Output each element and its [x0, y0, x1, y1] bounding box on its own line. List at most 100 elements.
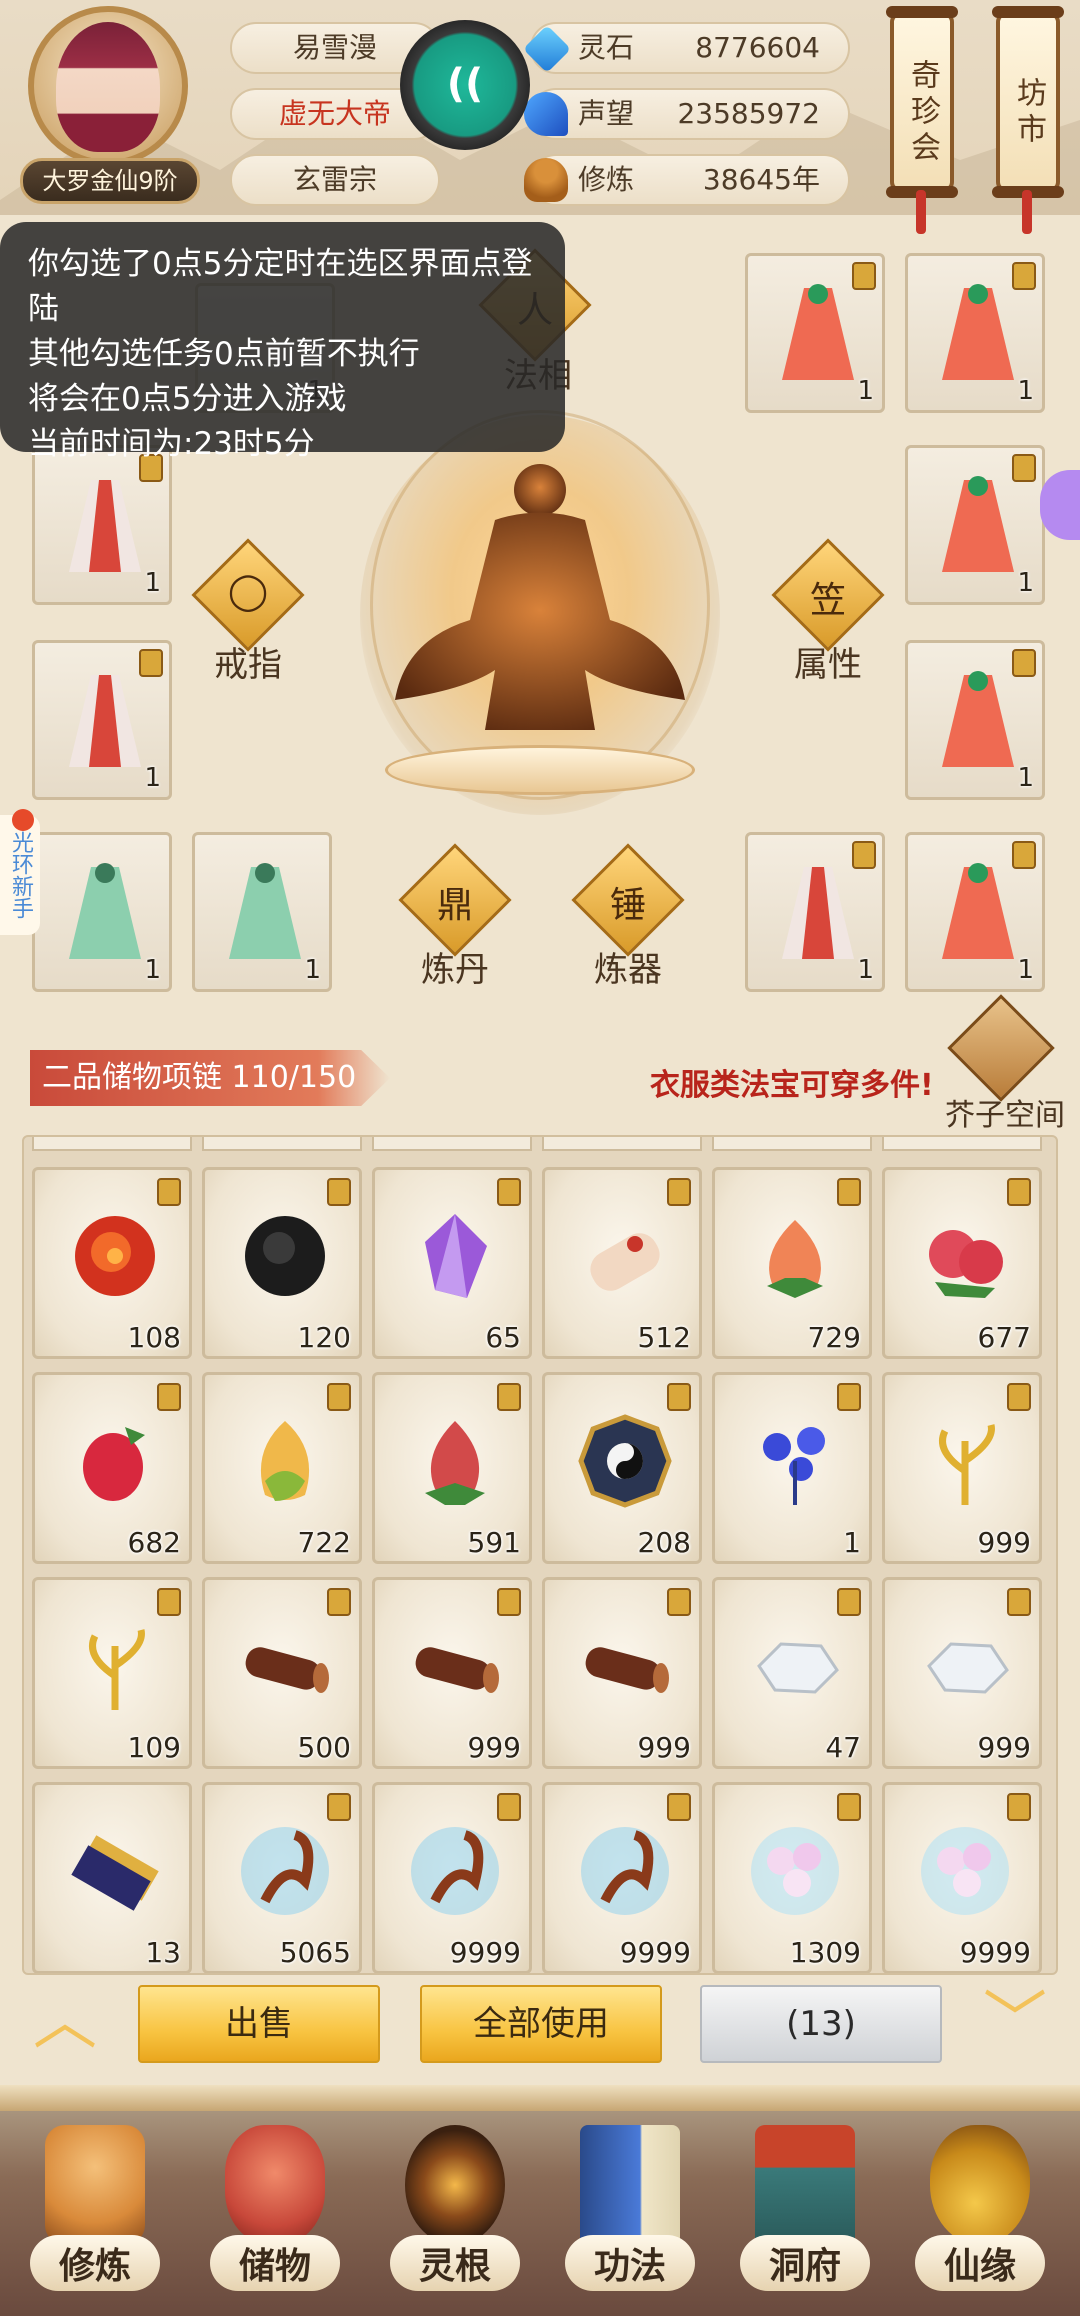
item-quantity: 999	[637, 1731, 691, 1764]
item-quantity: 9999	[619, 1936, 691, 1969]
inventory-item[interactable]: 47	[712, 1577, 872, 1769]
chest-icon	[947, 994, 1055, 1102]
player-avatar[interactable]	[28, 6, 188, 166]
market-button[interactable]: 坊市	[992, 6, 1064, 198]
equipment-slot[interactable]: 1	[905, 253, 1045, 413]
inventory-item[interactable]: 500	[202, 1577, 362, 1769]
equipment-slot[interactable]: 1	[905, 832, 1045, 992]
lock-icon	[327, 1383, 351, 1411]
lock-icon	[837, 1178, 861, 1206]
inventory-item[interactable]: 9999	[882, 1782, 1042, 1973]
lock-icon	[157, 1383, 181, 1411]
straw-hat-icon: 笠	[809, 580, 846, 621]
inventory-item[interactable]: 108	[32, 1167, 192, 1359]
nav-label: 修炼	[58, 2246, 131, 2287]
purple-crystal-icon	[425, 1214, 487, 1298]
nav-immortal-fate[interactable]: 仙缘	[905, 2125, 1055, 2315]
notice-line: 你勾选了0点5分定时在选区界面点登陆	[28, 246, 533, 327]
lock-icon	[837, 1793, 861, 1821]
berries-icon	[929, 1230, 1003, 1298]
lock-icon	[1012, 841, 1036, 869]
green-robe-icon	[69, 863, 141, 959]
scorpion-icon	[411, 1827, 499, 1915]
inventory-item[interactable]: 999	[882, 1577, 1042, 1769]
inventory-item[interactable]: 1309	[712, 1782, 872, 1973]
equipment-slot[interactable]: 1	[192, 832, 332, 992]
item-quantity: 512	[637, 1321, 691, 1354]
side-halo-tab[interactable]: 光环新手	[0, 809, 40, 935]
golden-herb-icon	[939, 1424, 995, 1505]
inventory-item[interactable]: 13	[32, 1782, 192, 1973]
notice-line: 将会在0点5分进入游戏	[28, 381, 347, 417]
equipment-slot[interactable]: 1	[745, 832, 885, 992]
lock-icon	[497, 1178, 521, 1206]
inventory-item[interactable]: 512	[542, 1167, 702, 1359]
lock-icon	[327, 1588, 351, 1616]
selected-count-button[interactable]: (13)	[700, 1985, 942, 2063]
white-red-robe-icon	[69, 480, 141, 572]
page-up-arrow-icon[interactable]: ︿	[20, 1987, 110, 2057]
equipment-slot[interactable]: 1	[32, 445, 172, 605]
lily-icon	[921, 1827, 1009, 1915]
mustard-space-button[interactable]: 芥子空间	[945, 994, 1065, 1133]
inventory-item[interactable]: 999	[372, 1577, 532, 1769]
white-red-robe-icon	[69, 675, 141, 767]
nav-cave-house[interactable]: 洞府	[730, 2125, 880, 2315]
equipment-slot[interactable]: 1	[745, 253, 885, 413]
nav-cultivate[interactable]: 修炼	[20, 2125, 170, 2315]
notification-dot	[12, 809, 34, 831]
treasure-fair-button[interactable]: 奇珍会	[886, 6, 958, 198]
sell-button[interactable]: 出售	[138, 1985, 380, 2063]
inventory-item[interactable]: 208	[542, 1372, 702, 1564]
nav-storage[interactable]: 储物	[200, 2125, 350, 2315]
nav-spirit-root[interactable]: 灵根	[380, 2125, 530, 2315]
inventory-item[interactable]: 5065	[202, 1782, 362, 1973]
inventory-item[interactable]: 591	[372, 1372, 532, 1564]
use-all-button[interactable]: 全部使用	[420, 1985, 662, 2063]
alchemy-button[interactable]: 鼎	[398, 843, 512, 957]
bottom-navigation: 修炼 储物 灵根 功法 洞府 仙缘	[0, 2085, 1080, 2316]
inventory-item[interactable]: 65	[372, 1167, 532, 1359]
item-quantity: 999	[977, 1731, 1031, 1764]
inventory-item[interactable]: 1	[712, 1372, 872, 1564]
inventory-item[interactable]: 677	[882, 1167, 1042, 1359]
item-quantity: 591	[467, 1526, 521, 1559]
red-bulb-icon	[425, 1421, 485, 1505]
nav-skills[interactable]: 功法	[555, 2125, 705, 2315]
equipment-slot[interactable]: 1	[32, 832, 172, 992]
previous-row-peek	[24, 1137, 1056, 1155]
inventory-item[interactable]: 109	[32, 1577, 192, 1769]
inventory-item[interactable]: 999	[542, 1577, 702, 1769]
item-quantity: 729	[807, 1321, 861, 1354]
inventory-item[interactable]: 9999	[372, 1782, 532, 1973]
forging-button[interactable]: 锤	[571, 843, 685, 957]
cultivation-pill: 修炼 38645年	[524, 154, 850, 206]
inventory-item[interactable]: 729	[712, 1167, 872, 1359]
equipment-slot[interactable]: 1	[905, 445, 1045, 605]
white-red-robe-icon	[782, 867, 854, 959]
side-bubble-button[interactable]	[1040, 470, 1080, 540]
item-quantity: 9999	[449, 1936, 521, 1969]
item-quantity: 9999	[959, 1936, 1031, 1969]
equipment-slot[interactable]: 1	[32, 640, 172, 800]
inventory-item[interactable]: 682	[32, 1372, 192, 1564]
page-down-arrow-icon[interactable]: ﹀	[970, 1987, 1060, 2057]
inventory-item[interactable]: 9999	[542, 1782, 702, 1973]
item-quantity: 677	[977, 1321, 1031, 1354]
lock-icon	[157, 1588, 181, 1616]
blue-flower-icon	[763, 1427, 825, 1505]
nav-label: 灵根	[418, 2246, 491, 2287]
scroll-icon	[590, 1233, 660, 1291]
inventory-item[interactable]: 999	[882, 1372, 1042, 1564]
alchemy-label: 炼丹	[421, 950, 489, 990]
attributes-button[interactable]: 笠	[771, 538, 885, 652]
inventory-grid[interactable]: 108 120 65 512 729 677 682 722 591 208 1…	[22, 1135, 1058, 1975]
equipment-slot[interactable]: 1	[905, 640, 1045, 800]
ring-button[interactable]: ◯	[191, 538, 305, 652]
schedule-notice-toast: 你勾选了0点5分定时在选区界面点登陆 其他勾选任务0点前暂不执行 将会在0点5分…	[0, 222, 565, 462]
slot-count: 1	[1017, 376, 1034, 406]
item-quantity: 722	[297, 1526, 351, 1559]
inventory-item[interactable]: 120	[202, 1167, 362, 1359]
inventory-item[interactable]: 722	[202, 1372, 362, 1564]
floating-assistant-button[interactable]: ((	[400, 20, 530, 150]
